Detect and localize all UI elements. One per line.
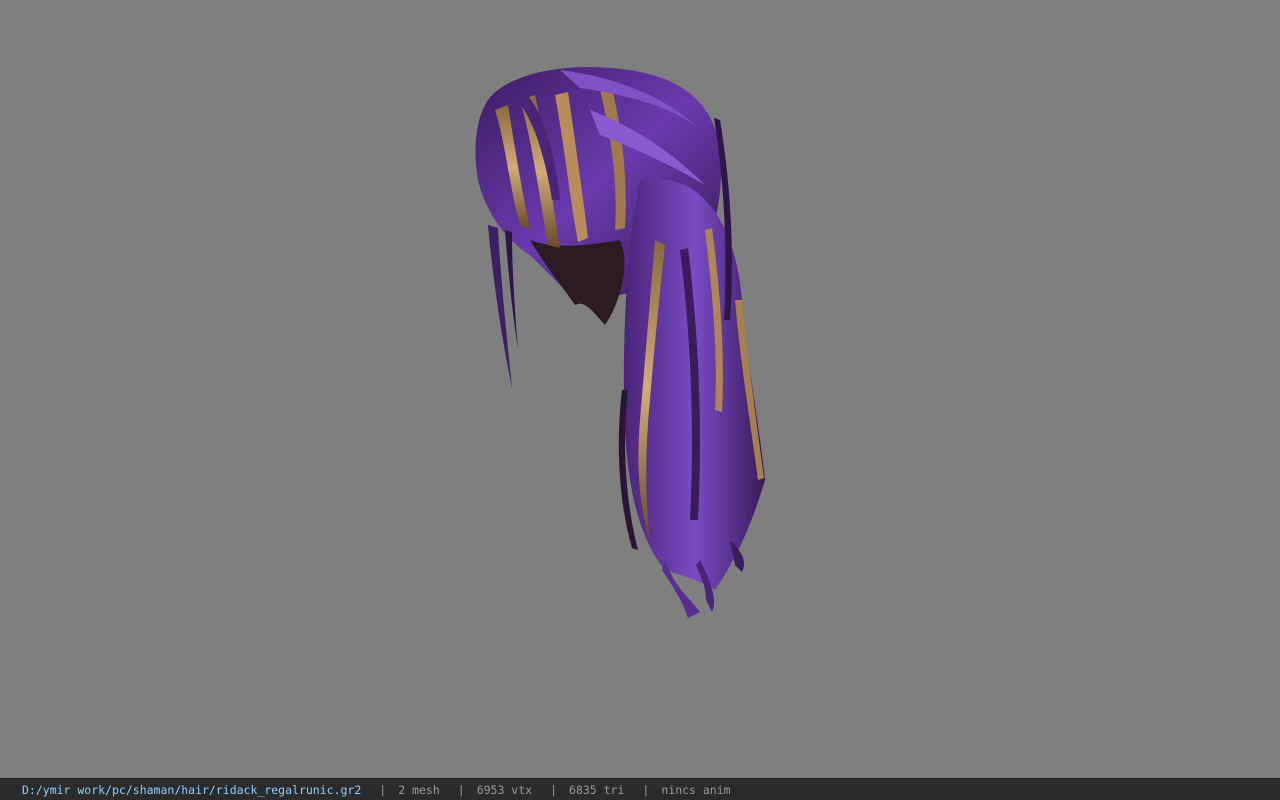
status-separator: | [642,782,650,797]
status-separator: | [379,782,387,797]
model-file-path: D:/ymir work/pc/shaman/hair/ridack_regal… [22,782,362,797]
animation-info: nincs anim [661,782,731,797]
hair-model-render [475,67,765,618]
vertex-count: 6953 vtx [476,782,533,797]
mesh-count: 2 mesh [398,782,440,797]
status-separator: | [550,782,558,797]
status-separator: | [457,782,465,797]
hair-underside [530,240,625,325]
3d-viewport[interactable] [0,0,1280,778]
status-bar: D:/ymir work/pc/shaman/hair/ridack_regal… [0,778,1280,800]
triangle-count: 6835 tri [569,782,625,797]
